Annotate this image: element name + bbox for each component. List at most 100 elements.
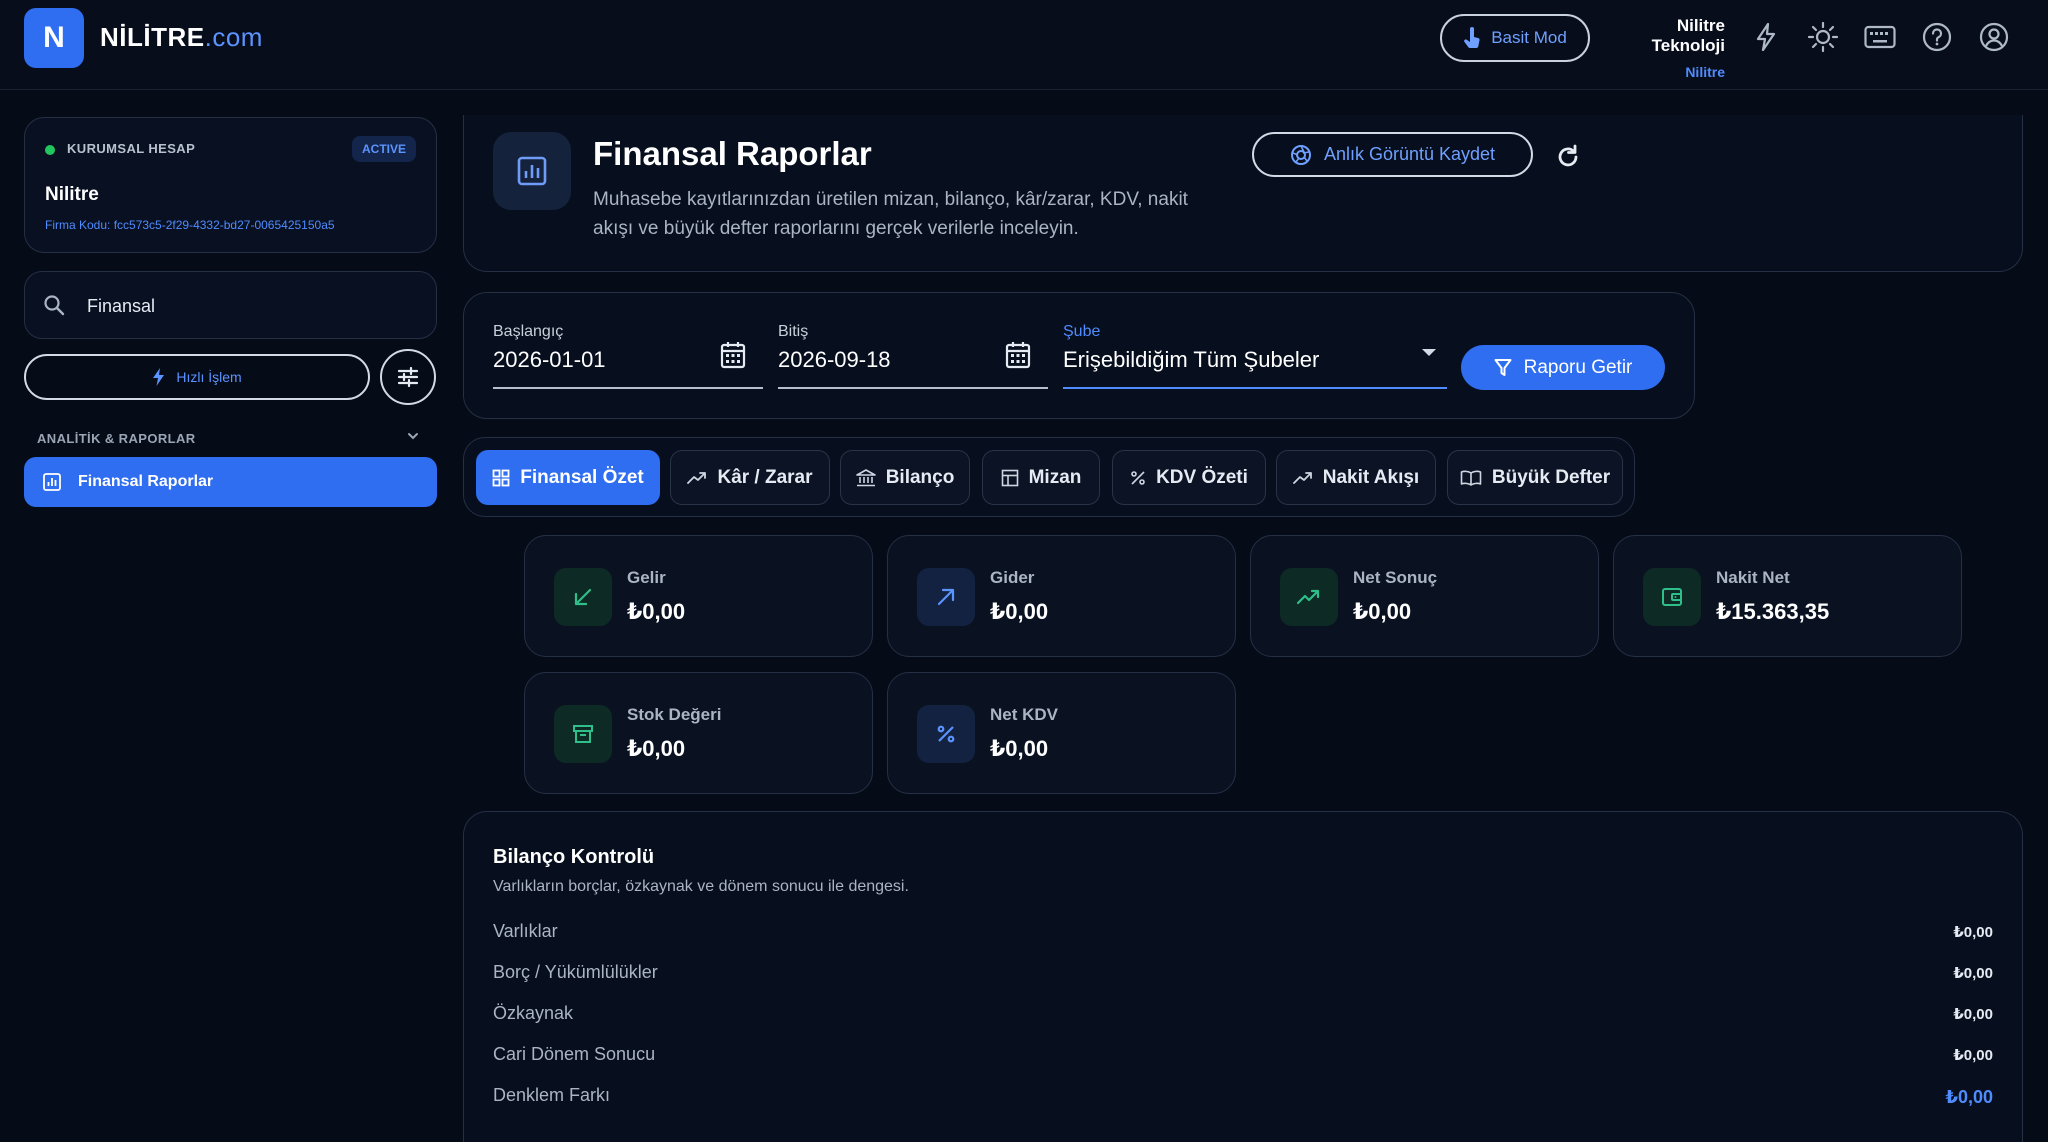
- field-underline: [1063, 387, 1447, 389]
- account-type-label: KURUMSAL HESAP: [67, 141, 196, 156]
- archive-icon: [554, 705, 612, 763]
- metric-label: Nakit Net: [1716, 568, 1790, 587]
- metric-value: ₺0,00: [1353, 599, 1412, 624]
- bolt-icon[interactable]: [1749, 20, 1783, 54]
- account-card: KURUMSAL HESAP ACTIVE Nilitre Firma Kodu…: [24, 117, 437, 253]
- tab-label: Büyük Defter: [1491, 466, 1611, 488]
- company-info[interactable]: Nilitre Teknoloji Nilitre: [1600, 16, 1725, 80]
- sidebar-filter-button[interactable]: [380, 349, 436, 405]
- metric-card-net-cash: Nakit Net ₺15.363,35: [1613, 535, 1962, 657]
- percent-icon: [917, 705, 975, 763]
- balance-row-value: ₺0,00: [1945, 1087, 1993, 1107]
- report-icon: [493, 132, 571, 210]
- branch-label: Şube: [1063, 323, 1101, 340]
- logo[interactable]: N: [24, 8, 84, 68]
- calendar-icon[interactable]: [720, 341, 746, 369]
- balance-row-label: Borç / Yükümlülükler: [493, 962, 658, 982]
- arrow-up-right-icon: [917, 568, 975, 626]
- grid-icon: [492, 469, 510, 487]
- book-icon: [1460, 470, 1482, 486]
- metric-label: Net Sonuç: [1353, 568, 1438, 587]
- balance-check-subtitle: Varlıkların borçlar, özkaynak ve dönem s…: [493, 878, 909, 895]
- table-icon: [1001, 469, 1019, 487]
- refresh-icon[interactable]: [1554, 143, 1582, 171]
- tab-trial-balance[interactable]: Mizan: [982, 450, 1100, 505]
- metric-value: ₺0,00: [990, 599, 1049, 624]
- get-report-label: Raporu Getir: [1523, 356, 1633, 378]
- search-input[interactable]: [87, 290, 407, 322]
- company-sub: Nilitre: [1685, 64, 1725, 80]
- page-description: Muhasebe kayıtlarınızdan üretilen mizan,…: [593, 189, 1188, 239]
- trend-icon: [1292, 471, 1313, 485]
- metric-label: Stok Değeri: [627, 705, 722, 724]
- help-icon[interactable]: [1920, 20, 1954, 54]
- save-snapshot-button[interactable]: Anlık Görüntü Kaydet: [1252, 132, 1533, 177]
- balance-row: Denklem Farkı ₺0,00: [493, 1085, 1993, 1115]
- balance-check-card: Bilanço Kontrolü Varlıkların borçlar, öz…: [463, 811, 2023, 1142]
- chevron-down-icon[interactable]: [406, 429, 420, 443]
- metric-card-income: Gelir ₺0,00: [524, 535, 873, 657]
- simple-mode-label: Basit Mod: [1491, 28, 1567, 47]
- save-snapshot-label: Anlık Görüntü Kaydet: [1323, 144, 1496, 164]
- tab-cash-flow[interactable]: Nakit Akışı: [1276, 450, 1436, 505]
- sidebar-item-financial-reports[interactable]: Finansal Raporlar: [24, 457, 437, 507]
- balance-row-value: ₺0,00: [1953, 1006, 1993, 1023]
- metric-label: Net KDV: [990, 705, 1059, 724]
- tab-financial-summary[interactable]: Finansal Özet: [476, 450, 660, 505]
- wallet-icon: [1643, 568, 1701, 626]
- calendar-icon[interactable]: [1005, 341, 1031, 369]
- report-tabs: Finansal Özet Kâr / Zarar Bilanço Mizan …: [463, 437, 1635, 517]
- brand-name[interactable]: NİLİTRE.com: [100, 22, 263, 53]
- sidebar-search: [24, 271, 437, 339]
- company-code: Firma Kodu: fcc573c5-2f29-4332-bd27-0065…: [45, 218, 335, 232]
- branch-select[interactable]: Şube Erişebildiğim Tüm Şubeler: [1063, 323, 1447, 389]
- trending-up-icon: [1280, 568, 1338, 626]
- balance-row: Varlıklar ₺0,00: [493, 921, 1993, 951]
- metric-label: Gelir: [627, 568, 666, 587]
- simple-mode-button[interactable]: Basit Mod: [1440, 14, 1590, 62]
- balance-row-label: Özkaynak: [493, 1003, 574, 1023]
- tab-vat-summary[interactable]: KDV Özeti: [1112, 450, 1266, 505]
- brand-domain: .com: [204, 22, 263, 52]
- tab-label: Finansal Özet: [520, 466, 644, 488]
- account-name: Nilitre: [45, 184, 99, 205]
- quick-action-button[interactable]: Hızlı İşlem: [24, 354, 370, 400]
- company-name: Nilitre Teknoloji: [1651, 16, 1725, 55]
- metric-card-stock-value: Stok Değeri ₺0,00: [524, 672, 873, 794]
- arrow-down-left-icon: [554, 568, 612, 626]
- keyboard-icon[interactable]: [1863, 20, 1897, 54]
- nav-section-title[interactable]: ANALİTİK & RAPORLAR: [37, 431, 196, 446]
- percent-icon: [1130, 470, 1146, 486]
- dropdown-arrow-icon[interactable]: [1422, 349, 1436, 356]
- top-bar: N NİLİTRE.com Basit Mod Nilitre Teknoloj…: [0, 0, 2048, 90]
- balance-row-label: Cari Dönem Sonucu: [493, 1044, 656, 1064]
- tab-label: Kâr / Zarar: [717, 466, 813, 488]
- user-profile-icon[interactable]: [1977, 20, 2011, 54]
- trend-icon: [687, 471, 707, 485]
- sliders-icon: [397, 367, 419, 387]
- brand-main: NİLİTRE: [100, 22, 205, 52]
- metric-card-net-result: Net Sonuç ₺0,00: [1250, 535, 1599, 657]
- balance-row-label: Varlıklar: [493, 921, 558, 941]
- report-icon: [42, 472, 62, 492]
- branch-value[interactable]: Erişebildiğim Tüm Şubeler: [1063, 347, 1447, 379]
- bank-icon: [855, 468, 876, 487]
- tab-label: Nakit Akışı: [1322, 466, 1420, 488]
- balance-row-value: ₺0,00: [1953, 1047, 1993, 1064]
- tab-profit-loss[interactable]: Kâr / Zarar: [670, 450, 830, 505]
- tab-label: Mizan: [1028, 466, 1082, 488]
- tab-balance-sheet[interactable]: Bilanço: [840, 450, 970, 505]
- tab-general-ledger[interactable]: Büyük Defter: [1447, 450, 1623, 505]
- metric-card-net-vat: Net KDV ₺0,00: [887, 672, 1236, 794]
- camera-icon: [1290, 144, 1312, 166]
- balance-row: Borç / Yükümlülükler ₺0,00: [493, 962, 1993, 992]
- metric-value: ₺0,00: [990, 736, 1049, 761]
- tab-label: Bilanço: [885, 466, 955, 488]
- field-underline: [778, 387, 1048, 389]
- sun-icon[interactable]: [1806, 20, 1840, 54]
- status-dot: [45, 145, 55, 155]
- balance-row: Özkaynak ₺0,00: [493, 1003, 1993, 1033]
- get-report-button[interactable]: Raporu Getir: [1461, 345, 1665, 390]
- search-icon: [43, 294, 65, 316]
- metric-label: Gider: [990, 568, 1035, 587]
